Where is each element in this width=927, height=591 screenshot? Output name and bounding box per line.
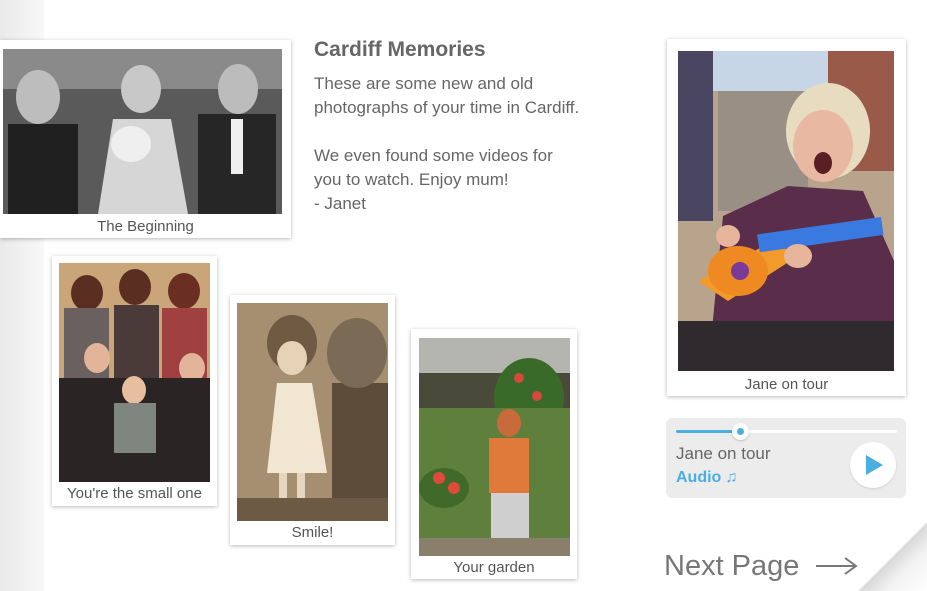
photo-caption: Smile! <box>291 524 334 541</box>
photo-caption: Your garden <box>453 559 535 576</box>
next-page-button[interactable]: Next Page <box>664 548 859 584</box>
intro-line: We even found some videos for <box>314 146 553 165</box>
page-title: Cardiff Memories <box>314 38 486 61</box>
photo-card-jane-on-tour[interactable]: Jane on tour <box>667 39 906 396</box>
audio-player: Jane on tour Audio ♫ <box>666 418 906 498</box>
photo-image[interactable] <box>237 303 388 521</box>
next-page-label: Next Page <box>664 549 800 582</box>
audio-label: Audio ♫ <box>676 469 737 487</box>
intro-line: These are some new and old <box>314 74 534 93</box>
intro-signature: - Janet <box>314 194 366 213</box>
audio-type-label: Audio <box>676 469 722 486</box>
intro-text: Cardiff Memories These are some new and … <box>314 38 634 216</box>
music-note-icon: ♫ <box>725 469 738 486</box>
play-button[interactable] <box>850 442 896 488</box>
photo-card-smile[interactable]: Smile! <box>230 295 395 545</box>
play-icon <box>866 455 883 475</box>
photo-card-your-garden[interactable]: Your garden <box>411 329 577 579</box>
photo-card-small-one[interactable]: You're the small one <box>52 256 217 506</box>
audio-seek-handle[interactable] <box>732 423 750 440</box>
arrow-right-icon <box>816 557 859 575</box>
audio-title: Jane on tour <box>676 444 771 463</box>
photo-image[interactable] <box>59 263 210 482</box>
audio-progress-fill <box>676 430 741 433</box>
photo-image[interactable] <box>419 338 570 556</box>
photo-image[interactable] <box>3 49 282 214</box>
photo-caption: The Beginning <box>97 218 194 235</box>
photo-card-the-beginning[interactable]: The Beginning <box>0 40 291 238</box>
intro-spacer <box>314 120 634 144</box>
photo-caption: You're the small one <box>67 485 202 502</box>
photo-image[interactable] <box>678 51 894 371</box>
intro-line: you to watch. Enjoy mum! <box>314 170 509 189</box>
page-curl <box>857 521 927 591</box>
audio-progress-track[interactable] <box>676 423 897 440</box>
intro-line: photographs of your time in Cardiff. <box>314 98 580 117</box>
photo-caption: Jane on tour <box>744 376 829 393</box>
